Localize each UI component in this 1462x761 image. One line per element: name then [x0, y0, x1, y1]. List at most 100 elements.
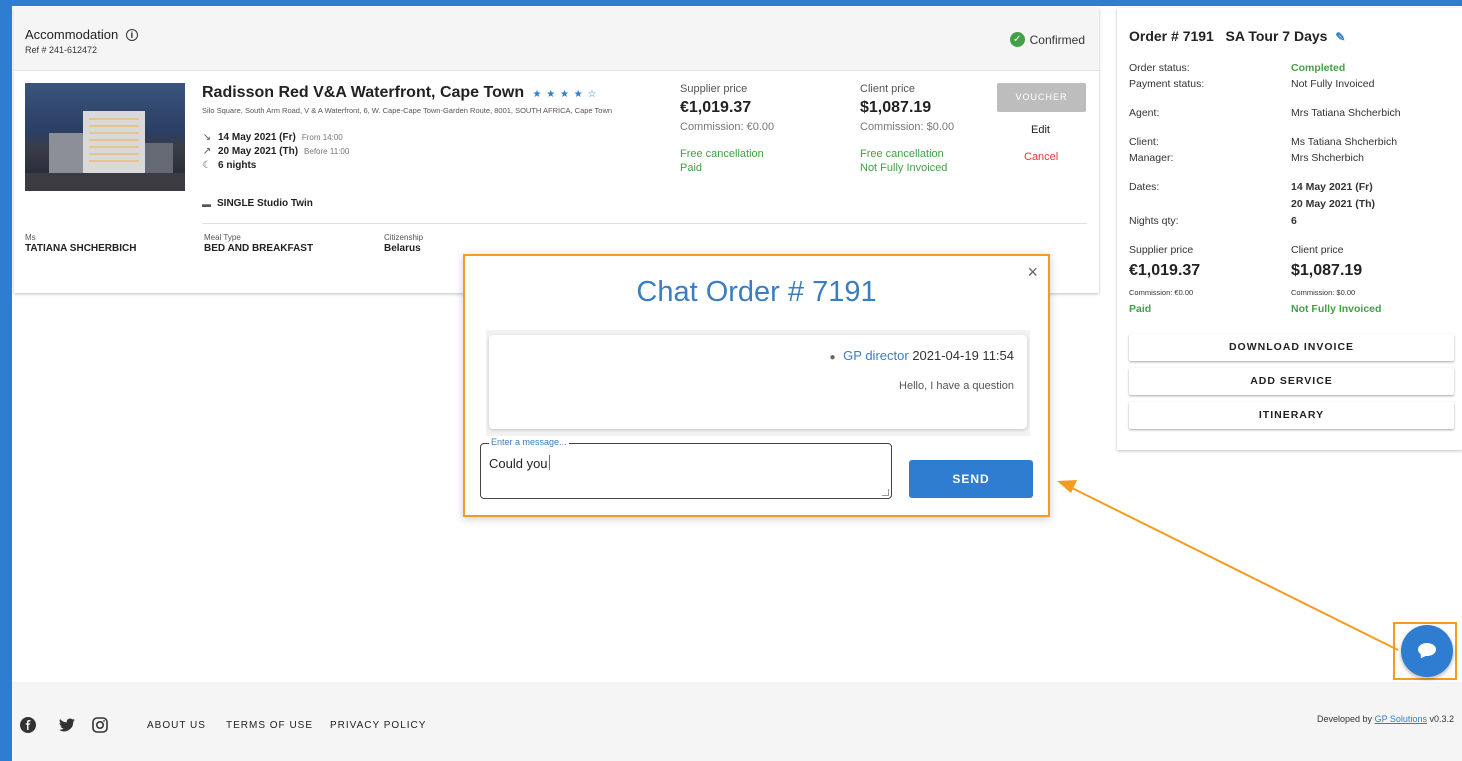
client-price: $1,087.19: [860, 99, 932, 116]
side-supplier-commission: Commission: €0.00: [1129, 288, 1194, 297]
order-title: Order # 7191 SA Tour 7 Days ✎: [1129, 28, 1345, 44]
checkout-date: 20 May 2021 (Th): [218, 146, 299, 157]
chat-message: ● GP director 2021-04-19 11:54 Hello, I …: [489, 335, 1027, 429]
side-client-price-label: Client price: [1291, 244, 1344, 256]
developer-link[interactable]: GP Solutions: [1375, 714, 1427, 724]
hotel-image-building-left: [49, 133, 83, 173]
send-button[interactable]: SEND: [909, 460, 1033, 498]
edit-link[interactable]: Edit: [1031, 124, 1050, 136]
resize-handle-icon[interactable]: [882, 489, 889, 496]
checkin-line: ↘ 14 May 2021 (Fr) From 14:00: [202, 132, 343, 143]
itinerary-button[interactable]: ITINERARY: [1129, 402, 1454, 429]
annotation-arrow-line: [1067, 485, 1399, 651]
cancel-link[interactable]: Cancel: [1024, 151, 1058, 163]
order-status-label: Order status:: [1129, 62, 1190, 74]
side-supplier-price-label: Supplier price: [1129, 244, 1194, 256]
guest-name-block: Ms TATIANA SHCHERBICH: [25, 233, 136, 254]
checkin-date: 14 May 2021 (Fr): [218, 132, 296, 143]
side-client-price: $1,087.19: [1291, 262, 1363, 279]
chat-history[interactable]: ● GP director 2021-04-19 11:54 Hello, I …: [486, 330, 1030, 436]
accommodation-title: Accommodation i: [25, 27, 138, 42]
close-icon[interactable]: ×: [1027, 262, 1038, 283]
payment-status-label: Payment status:: [1129, 78, 1205, 90]
hotel-image-windows: [89, 117, 139, 167]
supplier-payment-status: Paid: [680, 162, 703, 174]
status-text: Confirmed: [1029, 32, 1085, 47]
client-price-block: Client price $1,087.19 Commission: $0.00…: [860, 83, 954, 175]
pencil-icon[interactable]: ✎: [1335, 30, 1345, 44]
about-us-link[interactable]: ABOUT US: [147, 720, 206, 731]
manager-value: Mrs Shcherbich: [1291, 152, 1364, 164]
citizenship-label: Citizenship: [384, 233, 424, 242]
add-service-button[interactable]: ADD SERVICE: [1129, 368, 1454, 395]
agent-label: Agent:: [1129, 107, 1160, 119]
instagram-icon[interactable]: [92, 717, 108, 738]
developer-credit: Developed by GP Solutions v0.3.2: [1317, 714, 1454, 724]
client-commission: Commission: $0.00: [860, 121, 955, 133]
twitter-icon[interactable]: [58, 717, 76, 738]
nights-qty-value: 6: [1291, 215, 1297, 227]
accommodation-card: Accommodation i Ref # 241-612472 ✓ Confi…: [14, 8, 1099, 293]
check-circle-icon: ✓: [1009, 32, 1025, 47]
hotel-name: Radisson Red V&A Waterfront, Cape Town ★…: [202, 84, 597, 102]
accommodation-header: Accommodation i Ref # 241-612472 ✓ Confi…: [14, 8, 1099, 71]
guest-title: Ms: [25, 233, 36, 242]
top-border: [0, 0, 1462, 6]
tour-name: SA Tour 7 Days: [1225, 28, 1328, 44]
side-supplier-price: €1,019.37: [1129, 262, 1201, 279]
client-label: Client:: [1129, 136, 1159, 148]
citizenship-block: Citizenship Belarus: [384, 233, 423, 254]
hotel-address: Silo Square, South Arm Road, V & A Water…: [202, 106, 613, 115]
version-text: v0.3.2: [1429, 714, 1454, 724]
chat-button[interactable]: [1401, 625, 1453, 677]
hotel-image: [25, 83, 185, 191]
message-input-value[interactable]: Could you: [489, 455, 550, 471]
voucher-button[interactable]: VOUCHER: [997, 83, 1086, 112]
meal-type-value: BED AND BREAKFAST: [204, 243, 314, 254]
download-invoice-button[interactable]: DOWNLOAD INVOICE: [1129, 334, 1454, 361]
manager-label: Manager:: [1129, 152, 1174, 164]
agent-value: Mrs Tatiana Shcherbich: [1291, 107, 1401, 119]
supplier-price-label: Supplier price: [680, 83, 748, 95]
accommodation-title-text: Accommodation: [25, 27, 119, 42]
footer: ABOUT US TERMS OF USE PRIVACY POLICY Dev…: [12, 682, 1462, 761]
client-price-label: Client price: [860, 83, 916, 95]
nights-line: ☾ 6 nights: [202, 160, 257, 171]
annotation-arrow-head: [1057, 480, 1077, 493]
citizenship-value: Belarus: [384, 243, 421, 254]
status-badge: ✓ Confirmed: [1009, 32, 1085, 47]
dates-label: Dates:: [1129, 181, 1160, 193]
meal-type-block: Meal Type BED AND BREAKFAST: [204, 233, 313, 254]
supplier-price-block: Supplier price €1,019.37 Commission: €0.…: [680, 83, 774, 175]
star-rating: ★ ★ ★ ★ ☆: [532, 89, 598, 100]
chat-modal: Chat Order # 7191 × ● GP director 2021-0…: [463, 254, 1050, 517]
checkin-icon: ↘: [202, 132, 212, 143]
message-input-label: Enter a message...: [489, 437, 569, 447]
hotel-image-building-right: [145, 143, 173, 173]
message-author: GP director: [843, 348, 909, 363]
text-caret: [548, 455, 550, 470]
guest-name: TATIANA SHCHERBICH: [25, 243, 137, 254]
side-supplier-payment: Paid: [1129, 303, 1152, 315]
message-input[interactable]: Enter a message... Could you: [480, 437, 892, 499]
user-icon: ●: [829, 352, 836, 363]
checkout-icon: ↗: [202, 146, 212, 157]
left-border: [0, 0, 12, 761]
date-from: 14 May 2021 (Fr): [1291, 181, 1373, 193]
client-invoice-status: Not Fully Invoiced: [860, 162, 948, 174]
message-meta: ● GP director 2021-04-19 11:54: [830, 348, 1015, 363]
developed-by-text: Developed by: [1317, 714, 1373, 724]
message-text: Hello, I have a question: [899, 380, 1014, 392]
facebook-icon[interactable]: [20, 717, 36, 738]
order-number: Order # 7191: [1129, 28, 1214, 44]
privacy-policy-link[interactable]: PRIVACY POLICY: [330, 720, 426, 731]
booking-ref: Ref # 241-612472: [25, 45, 98, 55]
terms-of-use-link[interactable]: TERMS OF USE: [226, 720, 313, 731]
info-icon[interactable]: i: [125, 29, 138, 41]
nights-qty-label: Nights qty:: [1129, 215, 1179, 227]
side-client-invoice: Not Fully Invoiced: [1291, 303, 1382, 315]
payment-status-value: Not Fully Invoiced: [1291, 78, 1375, 90]
room-type-text: SINGLE Studio Twin: [217, 198, 313, 209]
supplier-price: €1,019.37: [680, 99, 752, 116]
moon-icon: ☾: [202, 160, 212, 171]
